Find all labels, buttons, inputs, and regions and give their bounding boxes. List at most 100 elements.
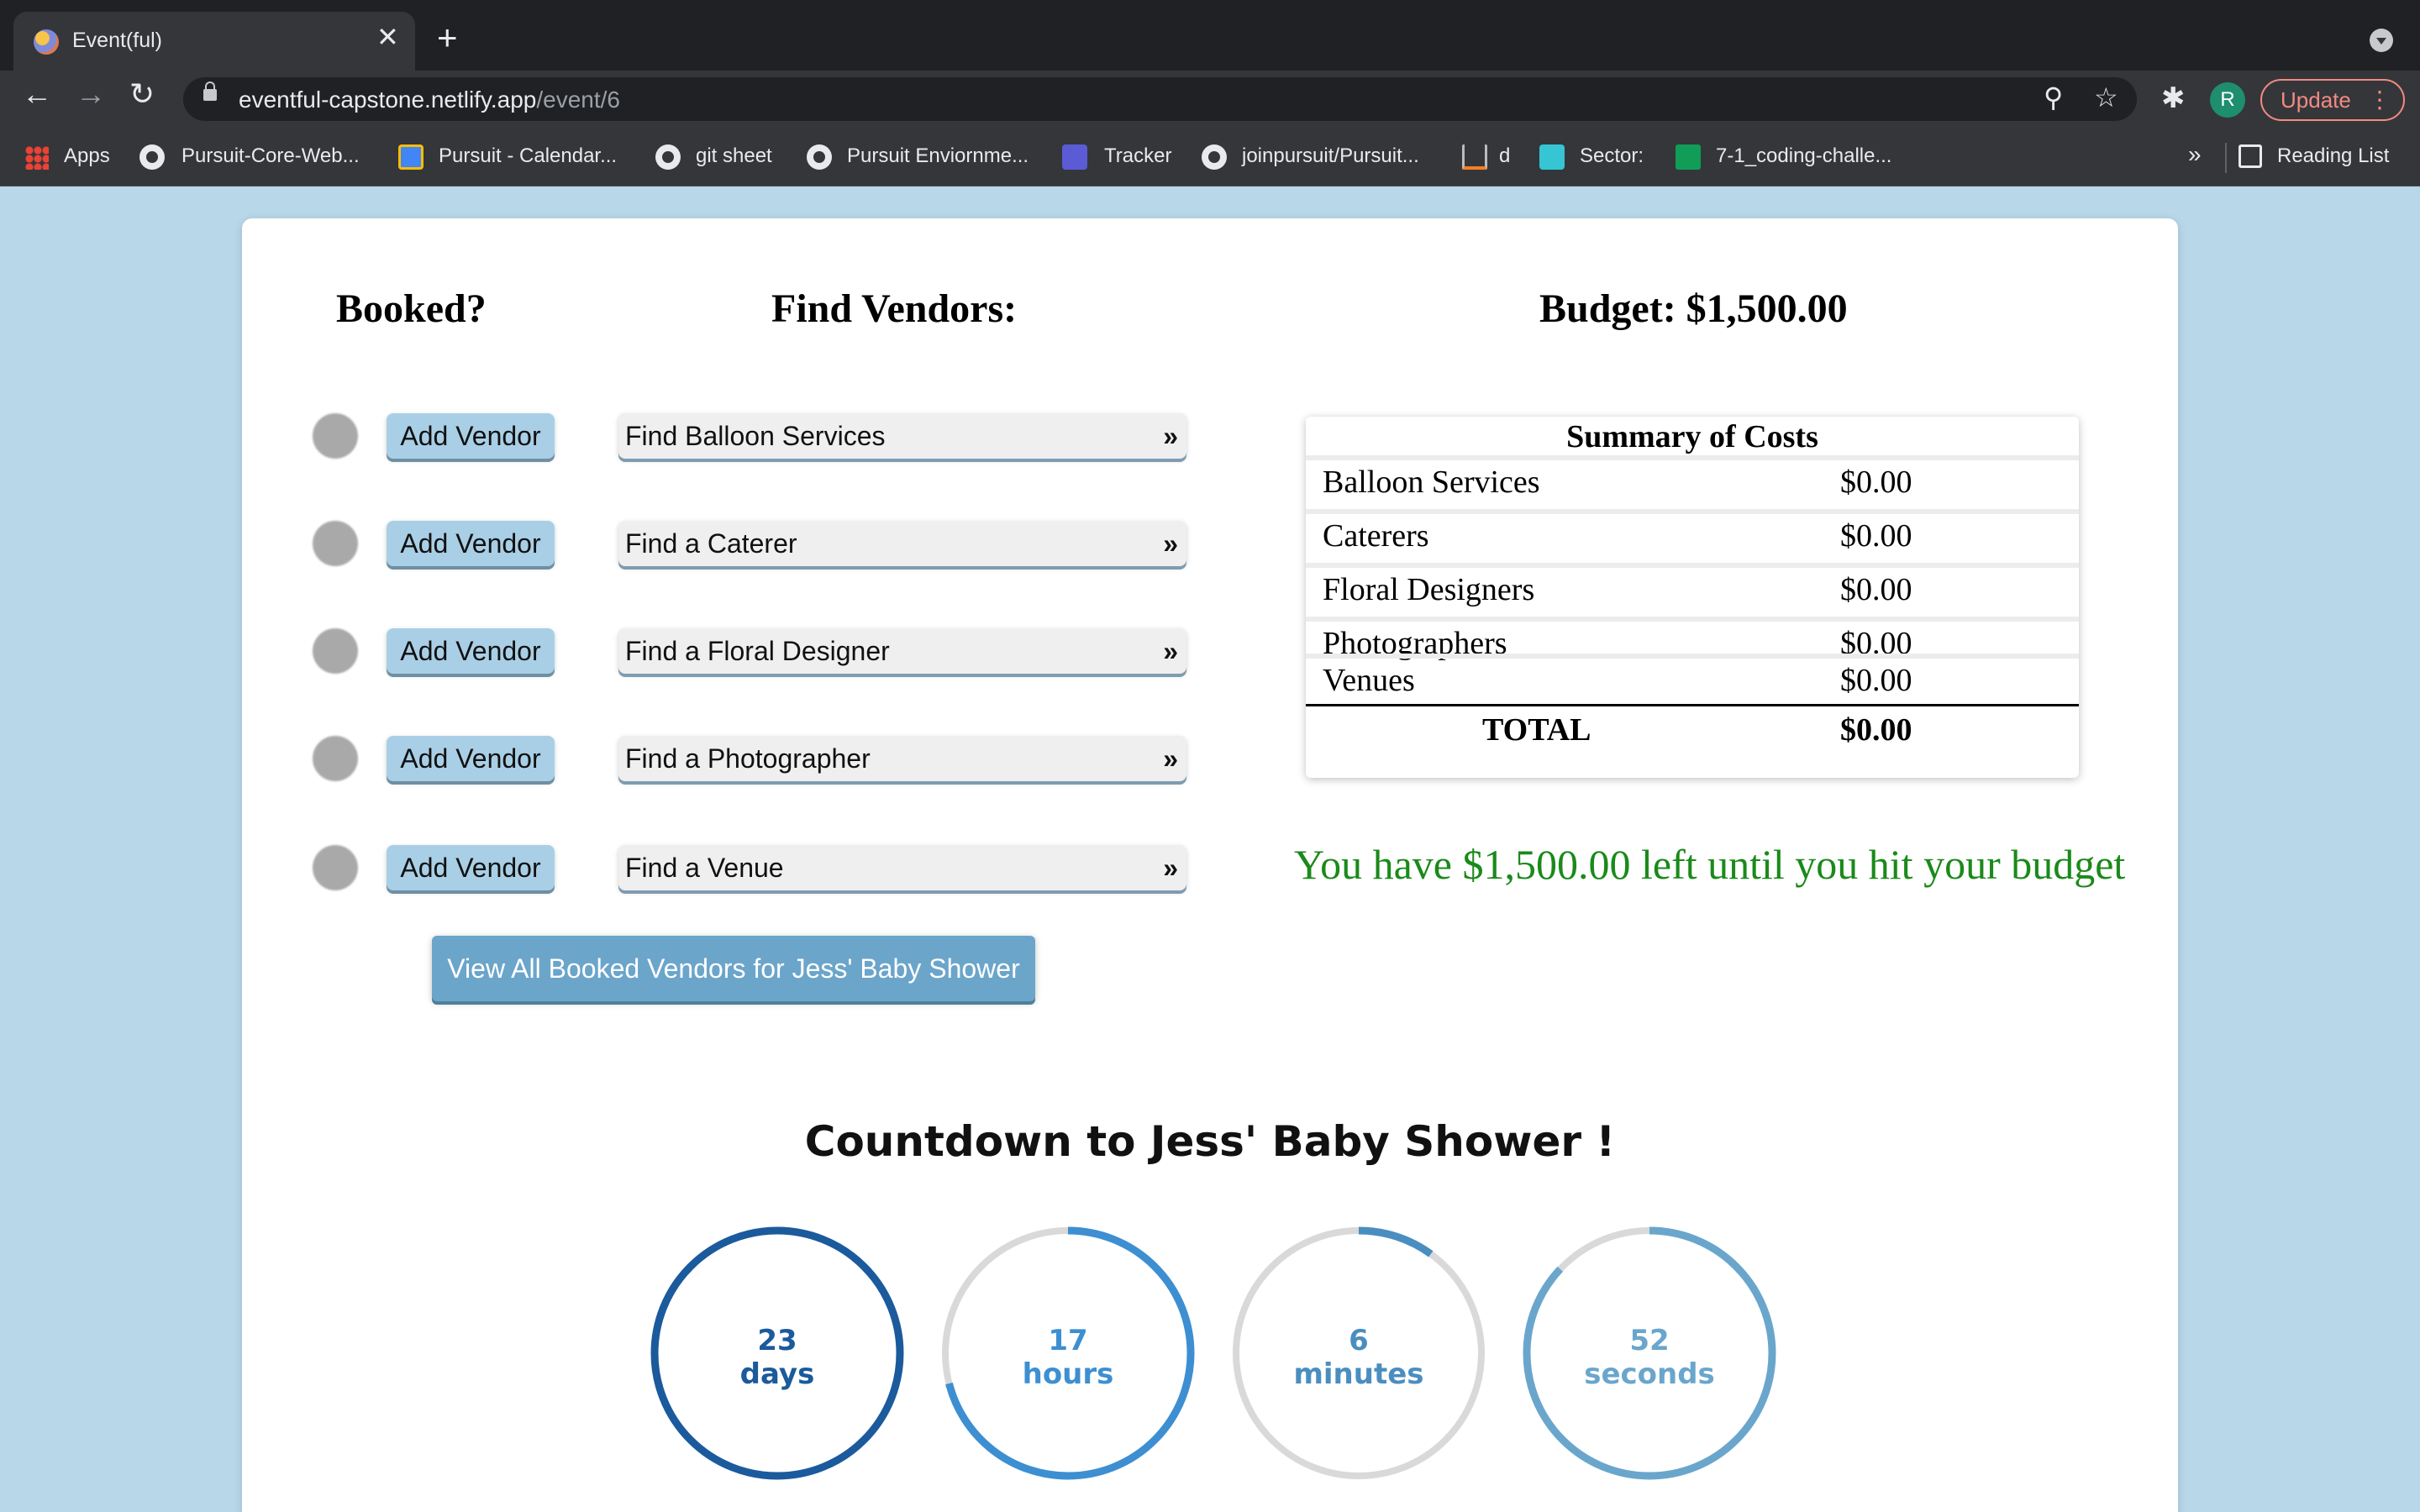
favicon-icon [34, 29, 59, 55]
profile-avatar[interactable]: R [2210, 82, 2245, 118]
countdown-value: 17 [1048, 1324, 1088, 1357]
reading-list-button[interactable]: Reading List [2277, 144, 2389, 168]
countdown-unit: seconds [1584, 1357, 1715, 1391]
browser-toolbar: ← → ↻ eventful-capstone.netlify.app/even… [0, 71, 2420, 128]
bookmark-pursuit-core[interactable]: Pursuit-Core-Web... [182, 144, 360, 168]
calendar-icon [398, 144, 424, 170]
more-bookmarks-chevron[interactable]: » [2188, 141, 2202, 168]
cost-category: Venues [1323, 663, 1415, 698]
reload-icon[interactable]: ↻ [129, 79, 155, 109]
cost-category: Balloon Services [1323, 465, 1540, 500]
browser-tab[interactable]: Event(ful) ✕ [13, 12, 415, 71]
bookmark-star-icon[interactable]: ☆ [2094, 84, 2118, 111]
browser-tab-bar: Event(ful) ✕ + [0, 0, 2420, 71]
booked-status-dot [313, 521, 358, 566]
back-icon[interactable]: ← [22, 79, 52, 109]
countdown-unit: days [739, 1357, 815, 1391]
github-icon [139, 144, 165, 170]
location-icon[interactable]: ⚲ [2044, 84, 2063, 111]
add-vendor-button[interactable]: Add Vendor [387, 845, 555, 890]
new-tab-icon[interactable]: + [437, 20, 458, 55]
github-icon [807, 144, 832, 170]
find-balloon-services-button[interactable]: Find Balloon Services» [618, 413, 1186, 459]
cost-category: Caterers [1323, 518, 1429, 554]
booked-status-dot [313, 628, 358, 674]
countdown-value: 23 [757, 1324, 797, 1357]
chevron-right-icon: » [1163, 421, 1178, 451]
bookmark-pursuit-calendar[interactable]: Pursuit - Calendar... [439, 144, 617, 168]
total-label: TOTAL [1482, 712, 1591, 748]
countdown-unit: hours [1022, 1357, 1114, 1391]
chevron-right-icon: » [1163, 528, 1178, 559]
table-row: Venues $0.00 [1306, 654, 2079, 702]
lock-icon[interactable] [203, 81, 217, 101]
cost-category: Floral Designers [1323, 572, 1535, 607]
countdown-minutes-ring: 6 minutes [1228, 1223, 1489, 1483]
add-vendor-button[interactable]: Add Vendor [387, 521, 555, 566]
cost-amount: $0.00 [1840, 572, 1912, 607]
booked-status-dot [313, 413, 358, 459]
countdown-seconds-ring: 52 seconds [1519, 1223, 1780, 1483]
close-tab-icon[interactable]: ✕ [376, 24, 399, 50]
countdown-hours-ring: 17 hours [938, 1223, 1198, 1483]
countdown-value: 52 [1629, 1324, 1670, 1357]
table-row: Floral Designers $0.00 [1306, 563, 2079, 612]
countdown-value: 6 [1349, 1324, 1369, 1357]
booked-status-dot [313, 736, 358, 781]
bookmark-apps[interactable]: Apps [64, 144, 110, 168]
table-row: Caterers $0.00 [1306, 509, 2079, 558]
extensions-puzzle-icon[interactable]: ✱ [2161, 84, 2186, 113]
booked-heading: Booked? [336, 286, 487, 331]
github-icon [1202, 144, 1227, 170]
event-card: Booked? Find Vendors: Budget: $1,500.00 … [242, 218, 2178, 1512]
summary-of-costs-table: Summary of Costs Balloon Services $0.00 … [1306, 417, 2079, 778]
chevron-right-icon: » [1163, 853, 1178, 883]
bookmark-git-sheet[interactable]: git sheet [696, 144, 772, 168]
bookmark-tracker[interactable]: Tracker [1104, 144, 1171, 168]
bookmark-coding-challenge[interactable]: 7-1_coding-challe... [1716, 144, 1891, 168]
countdown-unit: minutes [1293, 1357, 1424, 1391]
countdown-minutes-label: 6 minutes [1228, 1324, 1489, 1391]
tab-title: Event(ful) [72, 29, 162, 52]
tracker-icon [1062, 144, 1087, 170]
sector-icon [1539, 144, 1565, 170]
table-row: Balloon Services $0.00 [1306, 455, 2079, 504]
bookmarks-bar: Apps Pursuit-Core-Web... Pursuit - Calen… [0, 128, 2420, 186]
view-all-booked-vendors-button[interactable]: View All Booked Vendors for Jess' Baby S… [432, 936, 1035, 1001]
bookmark-sector[interactable]: Sector: [1580, 144, 1644, 168]
find-floral-designer-button[interactable]: Find a Floral Designer» [618, 628, 1186, 674]
countdown-title: Countdown to Jess' Baby Shower ! [804, 1117, 1616, 1166]
find-caterer-button[interactable]: Find a Caterer» [618, 521, 1186, 566]
cost-amount: $0.00 [1840, 518, 1912, 554]
chevron-right-icon: » [1163, 743, 1178, 774]
countdown-seconds-label: 52 seconds [1519, 1324, 1780, 1391]
sheets-icon [1676, 144, 1701, 170]
add-vendor-button[interactable]: Add Vendor [387, 413, 555, 459]
menu-dots-icon[interactable]: ⋮ [2368, 81, 2391, 119]
countdown-hours-label: 17 hours [938, 1324, 1198, 1391]
tab-search-icon[interactable] [2370, 29, 2393, 52]
countdown-days-label: 23 days [647, 1324, 908, 1391]
update-button[interactable]: Update ⋮ [2260, 79, 2405, 121]
summary-title: Summary of Costs [1566, 419, 1818, 454]
apps-grid-icon[interactable] [25, 146, 49, 170]
budget-remaining-message: You have $1,500.00 left until you hit yo… [1294, 841, 2126, 888]
find-venue-button[interactable]: Find a Venue» [618, 845, 1186, 890]
github-icon [655, 144, 681, 170]
countdown-days-ring: 23 days [647, 1223, 908, 1483]
bookmarks-divider [2225, 143, 2227, 173]
stackoverflow-icon [1462, 144, 1487, 170]
add-vendor-button[interactable]: Add Vendor [387, 628, 555, 674]
bookmark-d[interactable]: d [1499, 144, 1510, 168]
total-row: TOTAL $0.00 [1306, 704, 2079, 756]
address-bar[interactable]: eventful-capstone.netlify.app/event/6 ⚲ … [183, 77, 2137, 121]
bookmark-pursuit-environment[interactable]: Pursuit Enviornme... [847, 144, 1028, 168]
forward-icon[interactable]: → [76, 79, 106, 109]
add-vendor-button[interactable]: Add Vendor [387, 736, 555, 781]
url-text[interactable]: eventful-capstone.netlify.app/event/6 [239, 87, 620, 113]
bookmark-joinpursuit[interactable]: joinpursuit/Pursuit... [1242, 144, 1419, 168]
find-vendors-heading: Find Vendors: [771, 286, 1018, 331]
total-amount: $0.00 [1840, 712, 1912, 748]
chevron-right-icon: » [1163, 636, 1178, 666]
find-photographer-button[interactable]: Find a Photographer» [618, 736, 1186, 781]
